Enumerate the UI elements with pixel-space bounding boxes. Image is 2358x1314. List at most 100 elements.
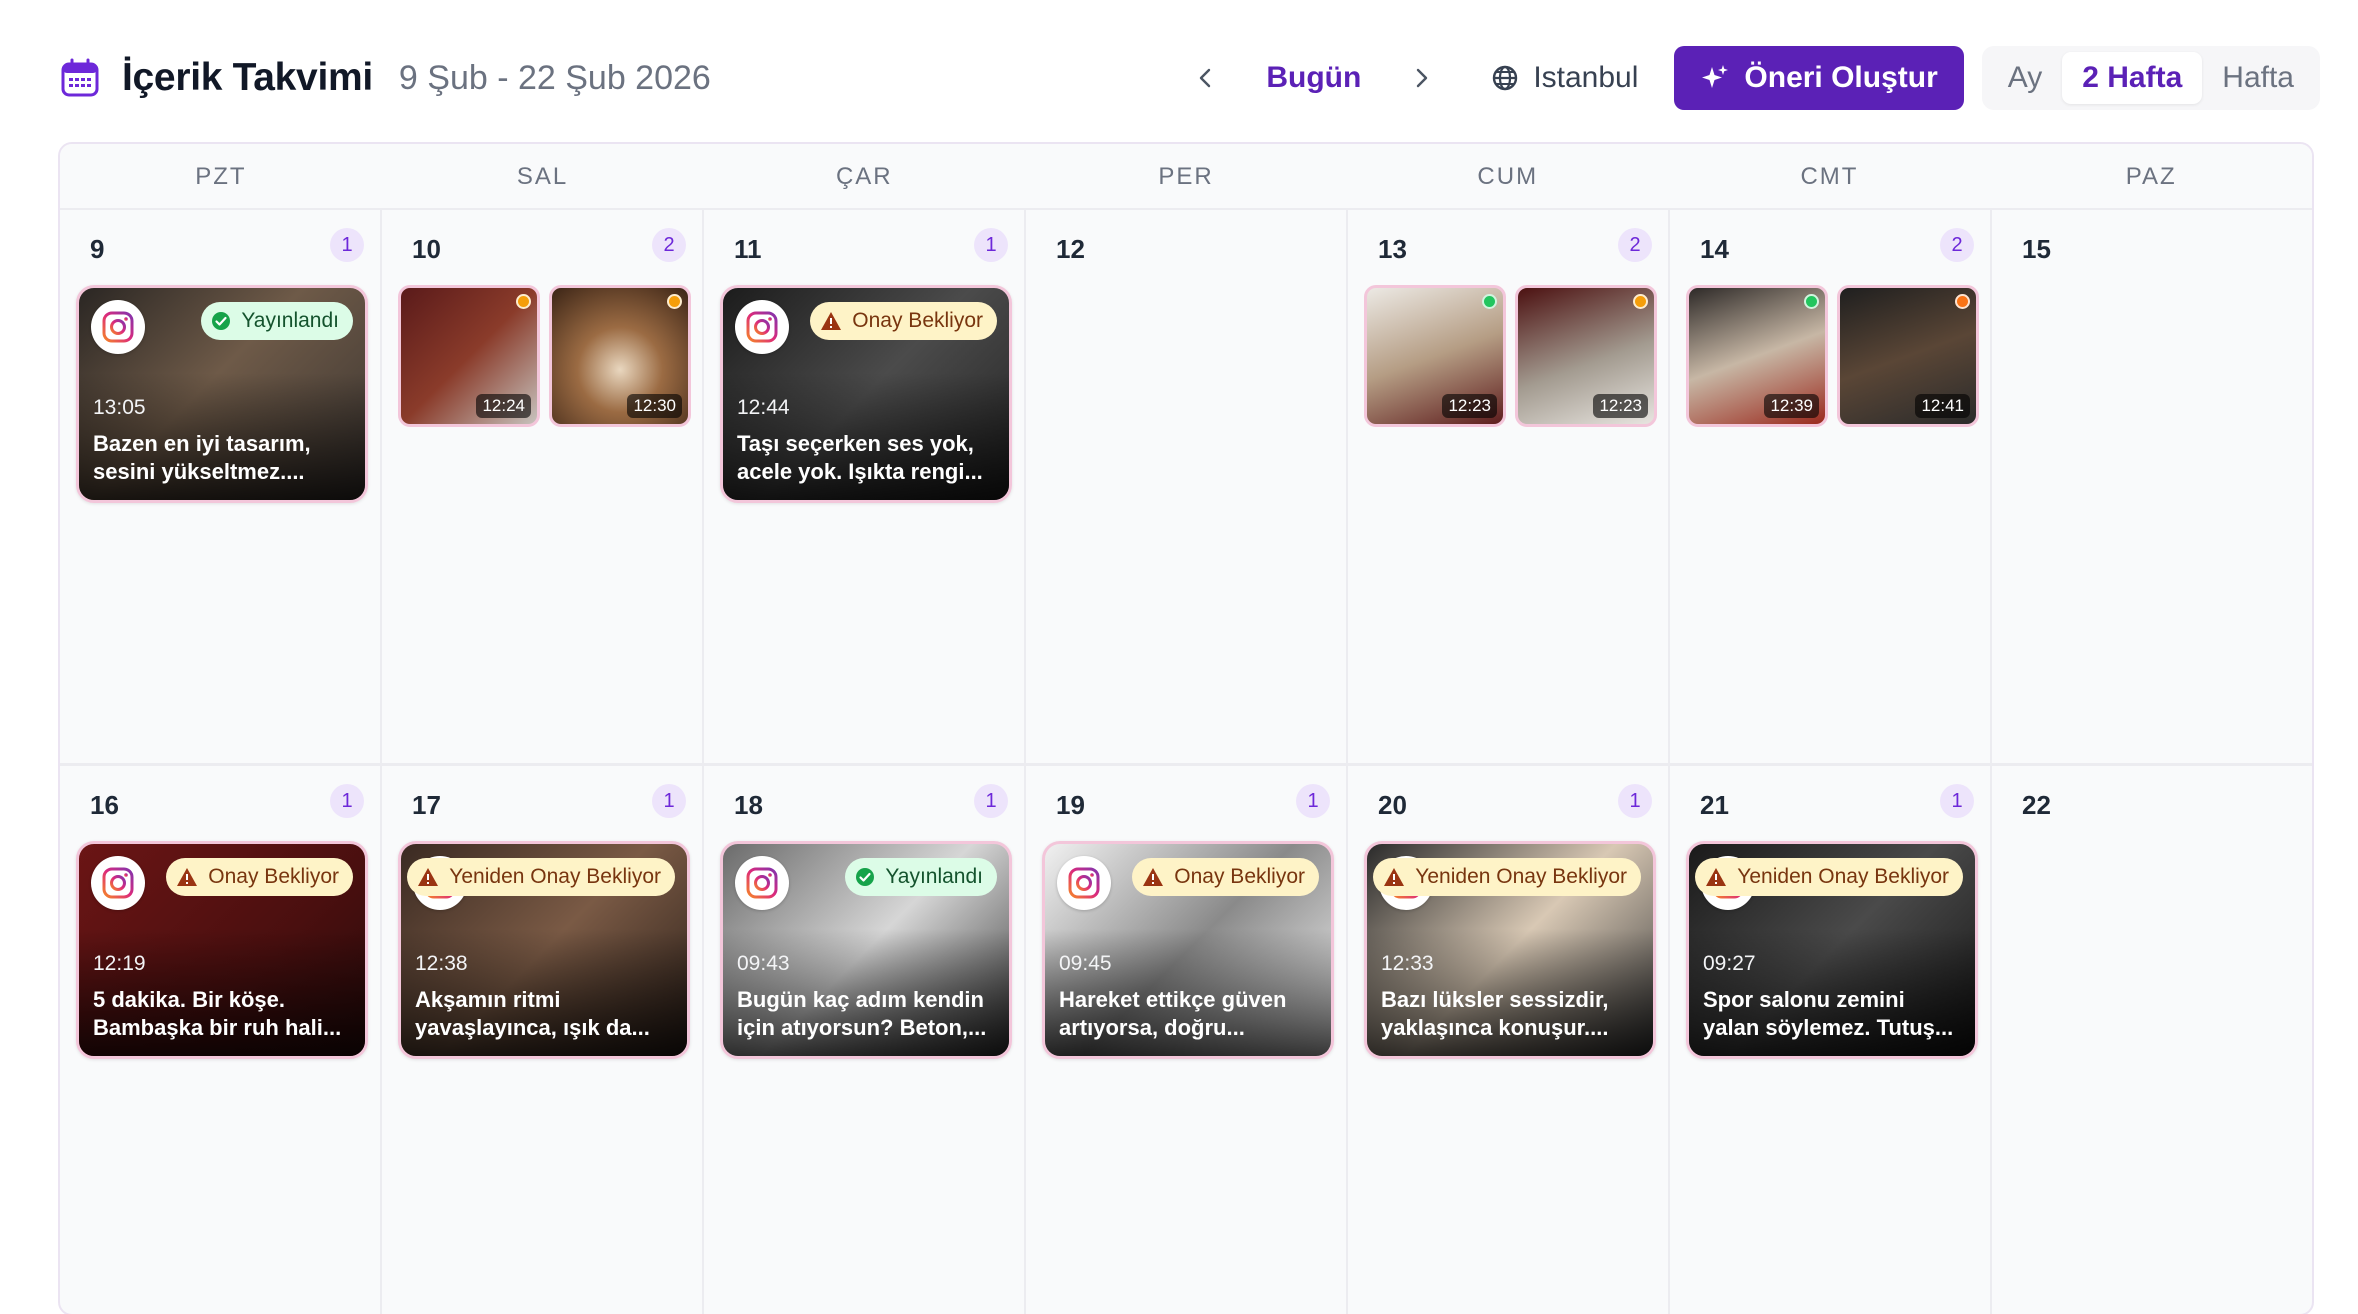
instagram-icon [1068, 867, 1100, 899]
weekday-label: ÇAR [835, 163, 893, 190]
status-label: Yeniden Onay Bekliyor [1415, 865, 1627, 888]
post-thumbnail[interactable]: 12:41 [1837, 285, 1979, 427]
post-time: 09:45 [1059, 952, 1112, 975]
day-cell[interactable]: 10 2 12:24 12:30 [382, 210, 704, 763]
weekday-label: PZT [195, 163, 247, 190]
post-time: 12:44 [737, 396, 790, 419]
next-button[interactable] [1401, 58, 1441, 98]
chevron-right-icon [1417, 68, 1428, 88]
day-cell[interactable]: 17 1 Yeniden Onay Bekliyor 12:38 Akşamın rit… [382, 766, 704, 1314]
day-cell[interactable]: 18 1 Yayınlandı 09:43 Bugün kaç adım kendin … [704, 766, 1026, 1314]
weekday-label: CUM [1477, 163, 1539, 190]
post-card[interactable]: Onay Bekliyor 12:44 Taşı seçerken ses yok,… [720, 285, 1012, 503]
post-count-badge: 1 [330, 228, 364, 262]
platform-avatar [735, 300, 789, 354]
post-card[interactable]: Yayınlandı 13:05 Bazen en iyi tasarım, ses… [76, 285, 368, 503]
day-number: 18 [734, 790, 763, 820]
post-count-badge: 1 [330, 784, 364, 818]
post-caption: Hareket ettikçe güven artıyorsa, doğru..… [1059, 987, 1287, 1040]
calendar-icon [60, 58, 100, 98]
status-dot [1804, 294, 1819, 309]
post-caption: 5 dakika. Bir köşe. Bambaşka bir ruh hal… [93, 987, 342, 1040]
day-cell[interactable]: 21 1 Yeniden Onay Bekliyor 09:27 Spor salonu… [1670, 766, 1992, 1314]
day-number: 11 [734, 234, 762, 264]
warning-icon [821, 312, 842, 330]
status-badge: Yeniden Onay Bekliyor [1373, 858, 1641, 896]
post-card[interactable]: Yayınlandı 09:43 Bugün kaç adım kendin içi… [720, 841, 1012, 1059]
view-month[interactable]: Ay [1988, 52, 2062, 104]
status-badge: Onay Bekliyor [1132, 858, 1319, 896]
day-number: 16 [90, 790, 119, 820]
platform-avatar [1057, 856, 1111, 910]
day-number: 17 [412, 790, 441, 820]
status-dot [516, 294, 531, 309]
sparkles-icon [1702, 65, 1729, 88]
post-card[interactable]: Yeniden Onay Bekliyor 12:33 Bazı lüksler s… [1364, 841, 1656, 1059]
check-circle-icon [212, 312, 231, 330]
post-caption: Bazı lüksler sessizdir, yaklaşınca konuş… [1381, 987, 1609, 1040]
post-thumbnail[interactable]: 12:23 [1515, 285, 1657, 427]
post-count-badge: 1 [974, 228, 1008, 262]
today-button[interactable]: Bugün [1266, 61, 1361, 95]
view-two-weeks[interactable]: 2 Hafta [2062, 52, 2203, 104]
warning-icon [1384, 868, 1405, 886]
page-title: İçerik Takvimi [122, 56, 373, 99]
post-time: 12:23 [1442, 394, 1497, 418]
view-week[interactable]: Hafta [2202, 52, 2314, 104]
status-label: Yayınlandı [885, 865, 983, 888]
post-card[interactable]: Yeniden Onay Bekliyor 12:38 Akşamın ritmi … [398, 841, 690, 1059]
weekday-header: PZT SAL ÇAR PER CUM CMT PAZ [60, 144, 2312, 210]
post-card[interactable]: Yeniden Onay Bekliyor 09:27 Spor salonu ze… [1686, 841, 1978, 1059]
day-cell[interactable]: 16 1 Onay Bekliyor 12:19 5 dakika. Bir köşe.… [60, 766, 382, 1314]
create-suggestion-button[interactable]: Öneri Oluştur [1674, 46, 1964, 110]
day-cell[interactable]: 19 1 Onay Bekliyor 09:45 Hareket ettikçe güv… [1026, 766, 1348, 1314]
day-cell[interactable]: 14 2 12:39 12:41 [1670, 210, 1992, 763]
status-dot [1955, 294, 1970, 309]
day-cell[interactable]: 22 [1992, 766, 2312, 1314]
day-number: 22 [2022, 790, 2051, 820]
status-dot [667, 294, 682, 309]
week-row: 16 1 Onay Bekliyor 12:19 5 dakika. Bir köşe.… [60, 763, 2312, 1314]
platform-avatar [91, 856, 145, 910]
post-thumbnail[interactable]: 12:39 [1686, 285, 1828, 427]
day-cell[interactable]: 12 [1026, 210, 1348, 763]
day-cell[interactable]: 13 2 12:23 12:23 [1348, 210, 1670, 763]
view-switcher: Ay 2 Hafta Hafta [1981, 46, 2320, 110]
post-time: 12:19 [93, 952, 146, 975]
timezone-selector[interactable]: Istanbul [1491, 61, 1638, 95]
platform-avatar [735, 856, 789, 910]
post-count-badge: 1 [652, 784, 686, 818]
day-number: 19 [1056, 790, 1085, 820]
day-cell[interactable]: 11 1 Onay Bekliyor 12:44 Taşı seçerken ses y… [704, 210, 1026, 763]
status-badge: Onay Bekliyor [810, 302, 997, 340]
post-time: 12:23 [1593, 394, 1648, 418]
post-time: 12:38 [415, 952, 468, 975]
day-number: 14 [1700, 234, 1729, 264]
post-thumbnail[interactable]: 12:23 [1364, 285, 1506, 427]
post-thumbnail[interactable]: 12:30 [549, 285, 691, 427]
post-card[interactable]: Onay Bekliyor 09:45 Hareket ettikçe güven … [1042, 841, 1334, 1059]
post-caption: Akşamın ritmi yavaşlayınca, ışık da... [415, 987, 650, 1040]
day-cell[interactable]: 9 1 Yayınlandı 13:05 Bazen en iyi tasarım, s… [60, 210, 382, 763]
status-badge: Yayınlandı [845, 858, 997, 896]
status-label: Yayınlandı [241, 309, 339, 332]
create-suggestion-label: Öneri Oluştur [1744, 61, 1938, 94]
post-thumbnail[interactable]: 12:24 [398, 285, 540, 427]
weekday-label: PER [1158, 163, 1214, 190]
post-time: 12:41 [1915, 394, 1970, 418]
warning-icon [1706, 868, 1727, 886]
status-dot [1633, 294, 1648, 309]
warning-icon [418, 868, 439, 886]
prev-button[interactable] [1186, 58, 1226, 98]
check-circle-icon [856, 868, 875, 886]
post-time: 09:27 [1703, 952, 1756, 975]
day-number: 9 [90, 234, 105, 264]
post-card[interactable]: Onay Bekliyor 12:19 5 dakika. Bir köşe. Ba… [76, 841, 368, 1059]
day-number: 20 [1378, 790, 1407, 820]
weekday-label: SAL [516, 163, 569, 190]
day-cell[interactable]: 20 1 Yeniden Onay Bekliyor 12:33 Bazı lüksle… [1348, 766, 1670, 1314]
weekday-label: PAZ [2125, 163, 2177, 190]
post-caption: Taşı seçerken ses yok, acele yok. Işıkta… [737, 431, 983, 484]
warning-icon [1143, 868, 1164, 886]
day-cell[interactable]: 15 [1992, 210, 2312, 763]
